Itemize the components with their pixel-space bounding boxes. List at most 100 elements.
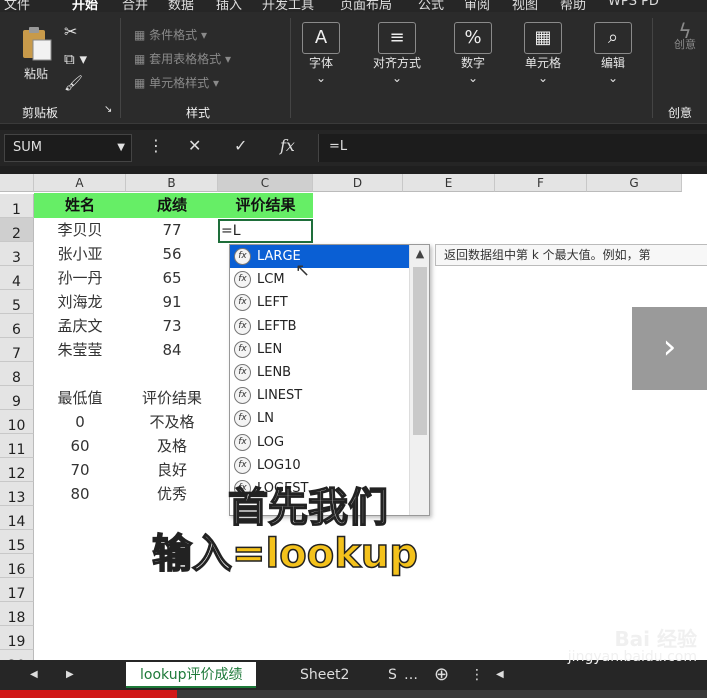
row-header[interactable]: 9 [0,386,34,410]
menu-page-layout[interactable]: 页面布局 [340,0,392,12]
autocomplete-item[interactable]: fx LEN [230,338,429,361]
tab-scroll-left-icon[interactable]: ◀ [30,662,38,688]
autocomplete-scrollbar[interactable]: ▲ [409,245,429,515]
copy-icon[interactable]: ⧉ ▾ [64,50,87,68]
row-header[interactable]: 19 [0,626,34,650]
autocomplete-item[interactable]: fx LEFT [230,291,429,314]
score-cell[interactable]: 73 [126,314,218,338]
score-cell[interactable]: 91 [126,290,218,314]
formula-input[interactable]: =L [318,134,707,162]
name-cell[interactable]: 刘海龙 [34,290,126,314]
row-header[interactable]: 4 [0,266,34,290]
cells-button[interactable]: ▦ 单元格 ⌄ [518,22,568,85]
column-header[interactable]: D [313,174,403,192]
menu-insert[interactable]: 插入 [216,0,242,12]
paste-button[interactable]: 粘贴 [14,26,58,82]
editing-button[interactable]: ⌕ 编辑 ⌄ [592,22,634,85]
row-header[interactable]: 7 [0,338,34,362]
more-icon[interactable]: ⋮ [148,136,164,155]
header-cell-name[interactable]: 姓名 [34,193,126,218]
sheet-tab-active[interactable]: lookup评价成绩 [126,662,257,688]
name-cell[interactable]: 张小亚 [34,242,126,266]
grade-header-cell[interactable]: 评价结果 [126,386,218,410]
menu-wps-pdf[interactable]: WPS PD [608,0,659,9]
tab-scroll-right-icon[interactable]: ▶ [66,662,74,688]
autocomplete-item[interactable]: fx LN [230,407,429,430]
dialog-launcher-icon[interactable]: ↘ [104,104,112,115]
row-header[interactable]: 14 [0,506,34,530]
menu-home[interactable]: 开始 [72,0,98,12]
autocomplete-item[interactable]: fx LARGE [230,245,429,269]
sheet-tab[interactable]: Sheet2 [300,662,349,688]
menu-data[interactable]: 数据 [168,0,194,12]
score-cell[interactable]: 65 [126,266,218,290]
menu-review[interactable]: 审阅 [464,0,490,12]
number-button[interactable]: % 数字 ⌄ [452,22,494,85]
score-cell[interactable]: 77 [126,218,218,242]
menu-file[interactable]: 文件 [4,0,30,12]
more-icon[interactable]: ⋮ [470,662,484,688]
header-cell-result[interactable]: 评价结果 [218,193,313,218]
menu-view[interactable]: 视图 [512,0,538,12]
row-header[interactable]: 1 [0,194,34,218]
row-header[interactable]: 20 [0,650,34,660]
score-cell[interactable]: 84 [126,338,218,362]
min-cell[interactable]: 0 [34,410,126,434]
name-cell[interactable]: 孟庆文 [34,314,126,338]
hscroll-left-icon[interactable]: ◀ [496,662,504,688]
row-header[interactable]: 3 [0,242,34,266]
row-header[interactable]: 18 [0,602,34,626]
grade-cell[interactable]: 及格 [126,434,218,458]
name-cell[interactable]: 孙一丹 [34,266,126,290]
autocomplete-item[interactable]: fx LOG [230,431,429,454]
min-cell[interactable]: 70 [34,458,126,482]
active-cell-editor[interactable]: =L [218,219,313,243]
cut-icon[interactable]: ✂ [64,22,77,41]
min-header-cell[interactable]: 最低值 [34,386,126,410]
enter-check-icon[interactable]: ✓ [234,136,247,155]
min-cell[interactable]: 60 [34,434,126,458]
column-header[interactable]: E [403,174,495,192]
column-header[interactable]: B [126,174,218,192]
video-progress-bar[interactable] [0,690,707,698]
next-arrow-button[interactable]: › [632,307,707,390]
autocomplete-item[interactable]: fx LOG10 [230,454,429,477]
alignment-button[interactable]: ≡ 对齐方式 ⌄ [366,22,428,85]
scrollbar-thumb[interactable] [413,267,427,435]
scroll-up-icon[interactable]: ▲ [410,247,429,260]
row-header[interactable]: 10 [0,410,34,434]
row-header[interactable]: 2 [0,218,34,242]
sheet-tab[interactable]: S [388,662,397,688]
cancel-icon[interactable]: ✕ [188,136,201,155]
row-header[interactable]: 12 [0,458,34,482]
menu-help[interactable]: 帮助 [560,0,586,12]
row-header[interactable]: 5 [0,290,34,314]
name-box[interactable]: SUM ▼ [4,134,132,162]
menu-formulas[interactable]: 公式 [418,0,444,12]
autocomplete-item[interactable]: fx LCM [230,268,429,291]
table-format-button[interactable]: ▦ 套用表格格式 ▾ [134,50,231,67]
more-tabs-icon[interactable]: … [404,662,418,688]
autocomplete-item[interactable]: fx LEFTB [230,315,429,338]
name-cell[interactable]: 朱莹莹 [34,338,126,362]
insert-function-icon[interactable]: fx [280,136,295,155]
row-header[interactable]: 17 [0,578,34,602]
name-cell[interactable]: 李贝贝 [34,218,126,242]
add-sheet-icon[interactable]: ⊕ [434,662,449,688]
column-header[interactable]: A [34,174,126,192]
font-button[interactable]: A 字体 ⌄ [300,22,342,85]
min-cell[interactable]: 80 [34,482,126,506]
format-painter-icon[interactable]: 🖌 [64,74,83,92]
create-button[interactable]: ϟ 创意 [670,21,700,52]
row-header[interactable]: 11 [0,434,34,458]
menu-merge[interactable]: 合并 [122,0,148,12]
column-header[interactable]: F [495,174,587,192]
row-header[interactable]: 15 [0,530,34,554]
row-header[interactable]: 6 [0,314,34,338]
grade-cell[interactable]: 良好 [126,458,218,482]
column-header[interactable]: C [218,174,313,192]
header-cell-score[interactable]: 成绩 [126,193,218,218]
select-all-corner[interactable] [0,174,34,192]
row-header[interactable]: 16 [0,554,34,578]
row-header[interactable]: 8 [0,362,34,386]
